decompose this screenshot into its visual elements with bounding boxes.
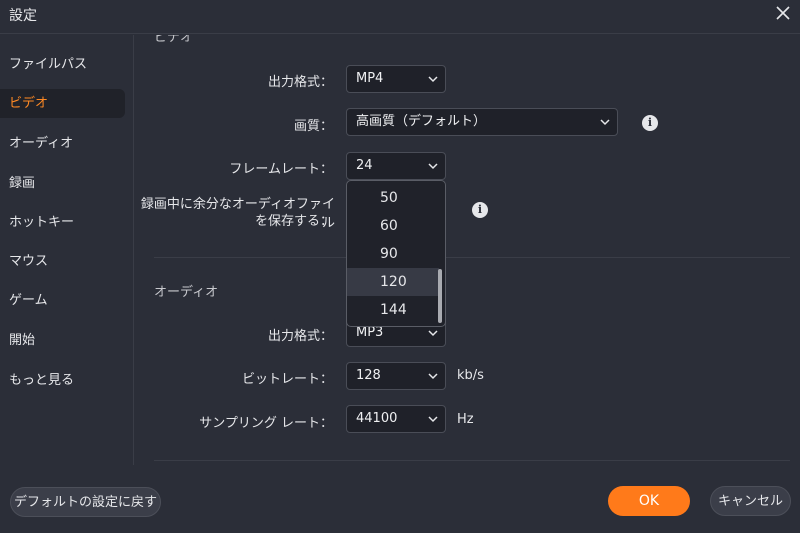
sidebar-item-mouse[interactable]: マウス: [0, 247, 125, 276]
audio-bitrate-select[interactable]: 128: [346, 362, 446, 390]
framerate-option[interactable]: 144: [347, 296, 439, 324]
sidebar-item-video[interactable]: ビデオ: [0, 89, 125, 118]
cancel-button[interactable]: キャンセル: [710, 486, 791, 516]
section-divider: [154, 257, 790, 258]
video-framerate-select[interactable]: 24: [346, 152, 446, 180]
section-divider: [154, 460, 790, 461]
window-title: 設定: [9, 8, 37, 24]
video-format-value: MP4: [356, 71, 384, 86]
chevron-down-icon: [428, 163, 438, 170]
video-format-label: 出力格式：: [267, 75, 333, 90]
settings-sidebar: ファイルパス ビデオ オーディオ 録画 ホットキー マウス ゲーム 開始 もっと…: [0, 35, 134, 465]
chevron-down-icon: [428, 416, 438, 423]
chevron-down-icon: [428, 76, 438, 83]
chevron-down-icon: [600, 119, 610, 126]
audio-bitrate-label: ビットレート：: [241, 372, 333, 387]
reset-defaults-button[interactable]: デフォルトの設定に戻す: [10, 487, 161, 517]
video-quality-select[interactable]: 高画質（デフォルト）: [346, 108, 618, 136]
audio-section-title: オーディオ: [154, 285, 219, 300]
save-extra-audio-label-line2: を保存する：: [254, 214, 333, 229]
info-icon[interactable]: i: [642, 115, 658, 131]
chevron-down-icon: [428, 330, 438, 337]
sidebar-item-start[interactable]: 開始: [0, 326, 125, 355]
video-framerate-value: 24: [356, 158, 373, 173]
video-format-select[interactable]: MP4: [346, 65, 446, 93]
sample-rate-unit: Hz: [457, 412, 474, 427]
video-quality-label: 画質：: [293, 119, 333, 134]
framerate-option[interactable]: 50: [347, 184, 439, 212]
ok-button[interactable]: OK: [608, 486, 690, 516]
settings-content: ビデオ 出力格式： MP4 画質： 高画質（デフォルト） i フレームレート： …: [135, 35, 800, 465]
title-bar: 設定: [0, 0, 800, 34]
audio-sample-rate-value: 44100: [356, 411, 398, 426]
dialog-footer: デフォルトの設定に戻す OK キャンセル: [0, 465, 800, 533]
framerate-option[interactable]: 90: [347, 240, 439, 268]
video-framerate-label: フレームレート：: [229, 162, 333, 177]
sidebar-item-game[interactable]: ゲーム: [0, 286, 125, 315]
framerate-option[interactable]: 60: [347, 212, 439, 240]
sidebar-item-hotkeys[interactable]: ホットキー: [0, 208, 125, 237]
close-icon[interactable]: [774, 4, 792, 22]
sidebar-item-file-path[interactable]: ファイルパス: [0, 50, 125, 79]
video-quality-value: 高画質（デフォルト）: [356, 114, 487, 129]
audio-bitrate-value: 128: [356, 368, 381, 383]
framerate-option-hovered[interactable]: 120: [347, 268, 439, 296]
info-icon[interactable]: i: [472, 202, 488, 218]
framerate-dropdown-list[interactable]: 50 60 90 120 144: [346, 180, 446, 327]
sidebar-item-recording[interactable]: 録画: [0, 169, 125, 198]
audio-sample-rate-label: サンプリング レート：: [199, 416, 333, 431]
audio-format-value: MP3: [356, 325, 384, 340]
chevron-down-icon: [428, 373, 438, 380]
audio-format-label: 出力格式：: [267, 329, 333, 344]
video-section-title: ビデオ: [154, 35, 194, 45]
bitrate-unit: kb/s: [457, 368, 484, 383]
sidebar-item-audio[interactable]: オーディオ: [0, 129, 125, 158]
audio-sample-rate-select[interactable]: 44100: [346, 405, 446, 433]
sidebar-item-more[interactable]: もっと見る: [0, 366, 125, 395]
dropdown-scrollbar[interactable]: [438, 269, 442, 323]
